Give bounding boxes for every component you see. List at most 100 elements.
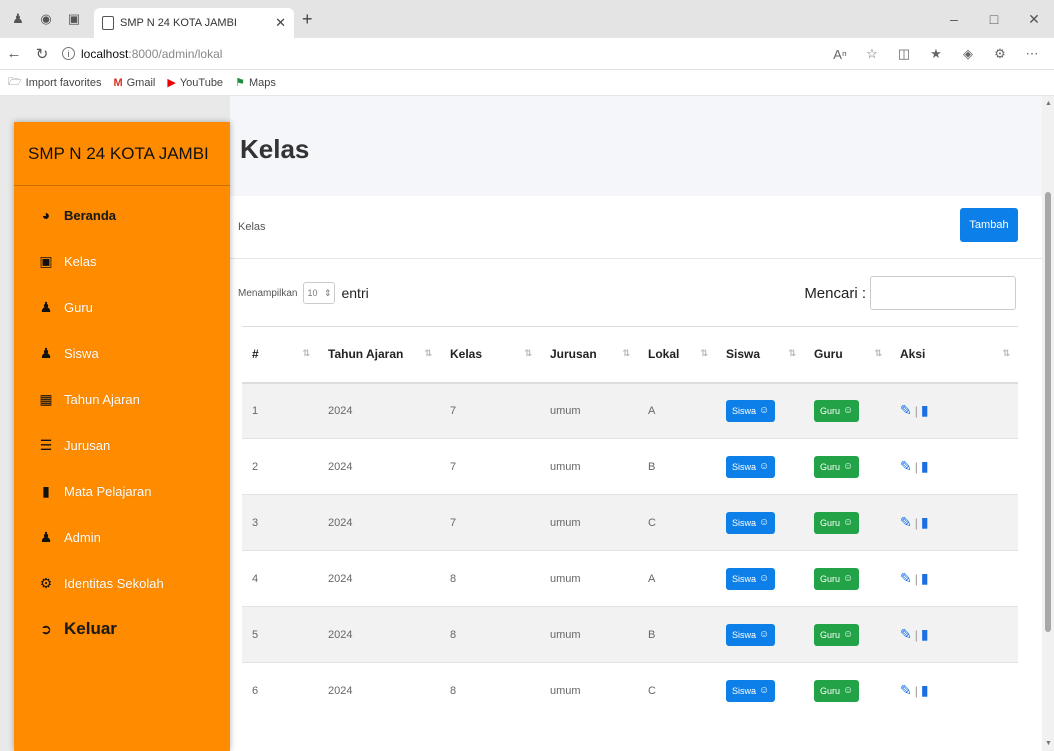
tab-actions-icon[interactable]: ▣ <box>64 9 84 29</box>
guru-button[interactable]: Guru ☺ <box>814 567 860 590</box>
url-field[interactable]: i localhost :8000/admin/lokal <box>62 47 222 61</box>
refresh-icon[interactable]: ↻ <box>28 45 56 63</box>
close-tab-icon[interactable]: ✕ <box>275 15 286 31</box>
column-header-aksi[interactable]: Aksi ⇅ <box>890 326 1018 384</box>
users-icon: ☺ <box>759 685 770 697</box>
edit-icon[interactable]: ✎ <box>900 682 912 699</box>
sidebar-item-siswa[interactable]: ♟ Siswa <box>14 330 230 376</box>
guru-button[interactable]: Guru ☺ <box>814 679 860 702</box>
sidebar-item-beranda[interactable]: ◕ Beranda <box>14 192 230 238</box>
search-input[interactable] <box>870 276 1016 310</box>
sidebar-item-tahun-ajaran[interactable]: ▦ Tahun Ajaran <box>14 376 230 422</box>
cell-jurusan: umum <box>540 606 638 663</box>
siswa-button[interactable]: Siswa ☺ <box>726 399 776 422</box>
collections-icon[interactable]: ◈ <box>952 46 984 62</box>
search-control: Mencari : <box>804 276 1016 310</box>
trash-icon[interactable]: ▮ <box>921 570 929 587</box>
table-row: 1 2024 7 umum A Siswa ☺ Guru ☺ ✎ | ▮ <box>242 382 1018 439</box>
brand-title[interactable]: SMP N 24 KOTA JAMBI <box>14 122 230 186</box>
edit-icon[interactable]: ✎ <box>900 402 912 419</box>
guru-button[interactable]: Guru ☺ <box>814 511 860 534</box>
split-screen-icon[interactable]: ◫ <box>888 46 920 62</box>
guru-button[interactable]: Guru ☺ <box>814 399 860 422</box>
cell-lokal: B <box>638 438 716 495</box>
table-controls: Menampilkan 10 ⇕ entri Mencari : <box>230 276 1042 310</box>
sidebar-item-identitas-sekolah[interactable]: ⚙ Identitas Sekolah <box>14 560 230 606</box>
trash-icon[interactable]: ▮ <box>921 458 929 475</box>
column-header-guru[interactable]: Guru ⇅ <box>804 326 890 384</box>
column-header-number[interactable]: # ⇅ <box>242 326 318 384</box>
site-info-icon[interactable]: i <box>62 47 75 60</box>
browser-tab[interactable]: SMP N 24 KOTA JAMBI ✕ <box>94 8 294 38</box>
cell-aksi: ✎ | ▮ <box>890 438 1018 495</box>
sidebar-item-jurusan[interactable]: ☰ Jurusan <box>14 422 230 468</box>
trash-icon[interactable]: ▮ <box>921 402 929 419</box>
more-icon[interactable]: ⋯ <box>1016 46 1048 62</box>
trash-icon[interactable]: ▮ <box>921 626 929 643</box>
sidebar-item-label: Siswa <box>64 345 99 361</box>
edit-icon[interactable]: ✎ <box>900 514 912 531</box>
cell-lokal: B <box>638 606 716 663</box>
action-group: ✎ | ▮ <box>900 458 929 475</box>
read-aloud-icon[interactable]: Aⁿ <box>824 47 856 62</box>
column-header-kelas[interactable]: Kelas ⇅ <box>440 326 540 384</box>
sidebar-item-mata-pelajaran[interactable]: ▮ Mata Pelajaran <box>14 468 230 514</box>
scroll-thumb[interactable] <box>1045 192 1051 632</box>
close-window-icon[interactable]: ✕ <box>1014 0 1054 38</box>
minimize-icon[interactable]: – <box>934 0 974 38</box>
siswa-button[interactable]: Siswa ☺ <box>726 567 776 590</box>
table-row: 2 2024 7 umum B Siswa ☺ Guru ☺ ✎ | ▮ <box>242 438 1018 495</box>
siswa-button[interactable]: Siswa ☺ <box>726 623 776 646</box>
maximize-icon[interactable]: □ <box>974 0 1014 38</box>
siswa-button[interactable]: Siswa ☺ <box>726 455 776 478</box>
kelas-card: Kelas Tambah Menampilkan 10 ⇕ entri Menc… <box>230 196 1042 751</box>
siswa-button[interactable]: Siswa ☺ <box>726 679 776 702</box>
cell-aksi: ✎ | ▮ <box>890 606 1018 663</box>
sidebar-item-label: Mata Pelajaran <box>64 483 152 499</box>
favorites-icon[interactable]: ★ <box>920 46 952 62</box>
sidebar-item-label: Jurusan <box>64 437 111 453</box>
trash-icon[interactable]: ▮ <box>921 682 929 699</box>
workspaces-icon[interactable]: ◉ <box>36 9 56 29</box>
column-header-siswa[interactable]: Siswa ⇅ <box>716 326 804 384</box>
favorite-star-icon[interactable]: ☆ <box>856 46 888 62</box>
scroll-down-icon[interactable]: ▼ <box>1045 740 1052 747</box>
back-icon[interactable]: ← <box>0 45 28 62</box>
profile-icon[interactable]: ♟ <box>8 9 28 29</box>
users-icon: ☺ <box>843 685 854 697</box>
new-tab-icon[interactable]: + <box>302 9 313 30</box>
bookmark-maps[interactable]: ⚑ Maps <box>235 76 276 90</box>
length-suffix: entri <box>341 285 369 301</box>
column-header-tahun-ajaran[interactable]: Tahun Ajaran ⇅ <box>318 326 440 384</box>
edit-icon[interactable]: ✎ <box>900 458 912 475</box>
column-header-jurusan[interactable]: Jurusan ⇅ <box>540 326 638 384</box>
youtube-icon: ▶ <box>167 77 176 89</box>
book-icon: ▮ <box>42 482 50 499</box>
add-button[interactable]: Tambah <box>960 208 1018 242</box>
edit-icon[interactable]: ✎ <box>900 570 912 587</box>
users-icon: ☺ <box>843 461 854 472</box>
table-row: 3 2024 7 umum C Siswa ☺ Guru ☺ ✎ | ▮ <box>242 494 1018 551</box>
siswa-button[interactable]: Siswa ☺ <box>726 511 776 534</box>
guru-button[interactable]: Guru ☺ <box>814 455 860 478</box>
sidebar-item-admin[interactable]: ♟ Admin <box>14 514 230 560</box>
bookmark-import-favorites[interactable]: 🗁 Import favorites <box>8 73 101 92</box>
column-header-lokal[interactable]: Lokal ⇅ <box>638 326 716 384</box>
bookmark-gmail[interactable]: M Gmail <box>113 77 155 89</box>
sidebar-item-keluar[interactable]: ➲ Keluar <box>14 606 230 652</box>
sidebar-item-kelas[interactable]: ▣ Kelas <box>14 238 230 284</box>
sidebar-item-guru[interactable]: ♟ Guru <box>14 284 230 330</box>
bookmark-youtube[interactable]: ▶ YouTube <box>167 76 223 90</box>
scroll-up-icon[interactable]: ▲ <box>1045 100 1052 107</box>
users-icon: ☺ <box>759 405 770 417</box>
cell-kelas: 7 <box>440 438 540 495</box>
page-title: Kelas <box>240 134 310 164</box>
edit-icon[interactable]: ✎ <box>900 626 912 643</box>
page-scrollbar[interactable]: ▲ ▼ <box>1042 96 1054 751</box>
extensions-icon[interactable]: ⚙ <box>984 46 1016 62</box>
cell-tahun-ajaran: 2024 <box>318 550 440 607</box>
cell-kelas: 8 <box>440 550 540 607</box>
guru-button[interactable]: Guru ☺ <box>814 623 860 646</box>
entries-select[interactable]: 10 ⇕ <box>303 282 336 304</box>
trash-icon[interactable]: ▮ <box>921 514 929 531</box>
